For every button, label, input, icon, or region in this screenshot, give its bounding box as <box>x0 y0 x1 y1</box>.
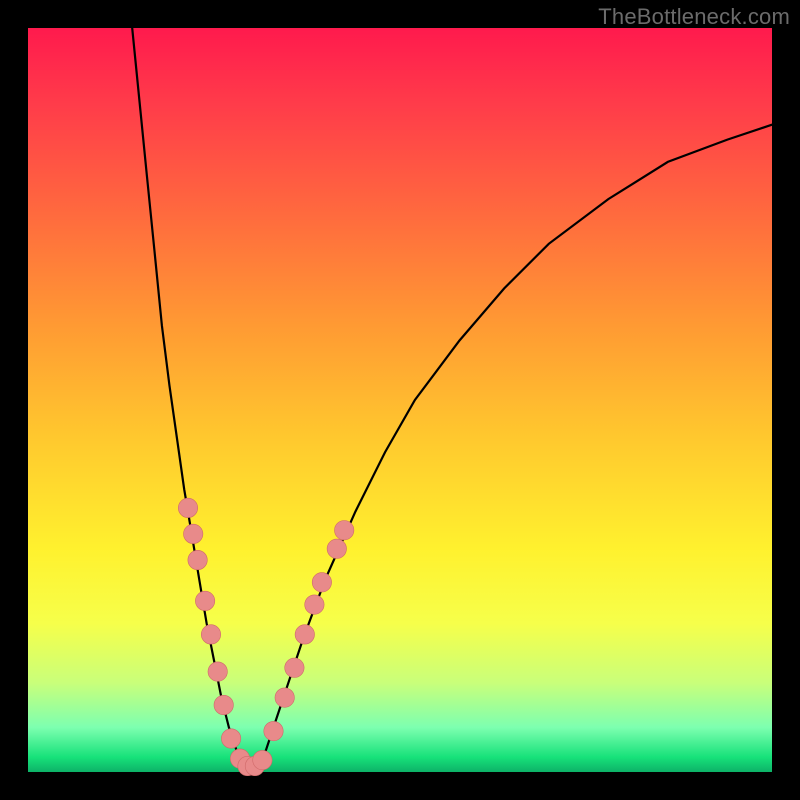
bottleneck-curve <box>132 28 772 772</box>
chart-svg <box>28 28 772 772</box>
data-marker <box>188 550 207 569</box>
chart-frame: TheBottleneck.com <box>0 0 800 800</box>
data-marker <box>253 750 272 769</box>
data-marker <box>327 539 346 558</box>
data-marker <box>264 721 283 740</box>
data-marker <box>285 658 304 677</box>
data-marker <box>305 595 324 614</box>
marker-group <box>178 498 354 776</box>
data-marker <box>221 729 240 748</box>
data-marker <box>208 662 227 681</box>
data-marker <box>295 625 314 644</box>
data-marker <box>184 524 203 543</box>
data-marker <box>178 498 197 517</box>
data-marker <box>312 573 331 592</box>
plot-area <box>28 28 772 772</box>
data-marker <box>201 625 220 644</box>
watermark-label: TheBottleneck.com <box>598 4 790 30</box>
data-marker <box>275 688 294 707</box>
data-marker <box>195 591 214 610</box>
data-marker <box>214 695 233 714</box>
data-marker <box>335 521 354 540</box>
